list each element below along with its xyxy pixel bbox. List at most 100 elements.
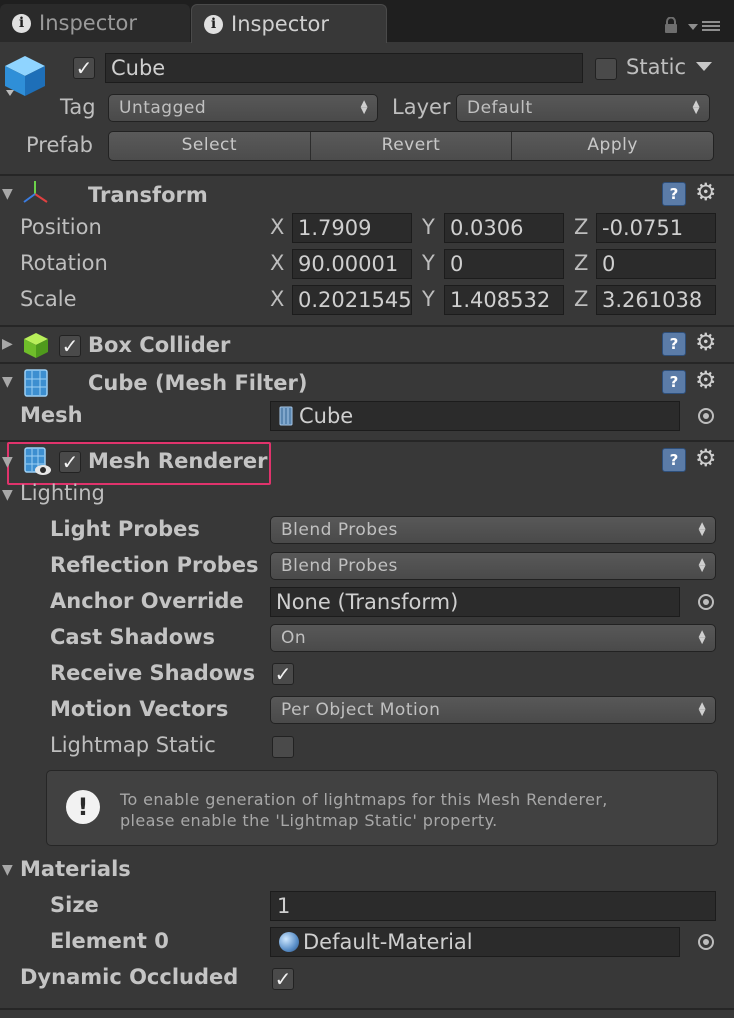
material-sphere-icon bbox=[279, 932, 299, 952]
position-x-field[interactable]: 1.7909 bbox=[292, 213, 412, 243]
foldout-expanded-icon[interactable]: ▼ bbox=[2, 487, 13, 503]
tab-menu-icon[interactable] bbox=[688, 19, 722, 33]
reflection-probes-dropdown[interactable]: Blend Probes ▲ ▼ bbox=[270, 552, 716, 580]
anchor-override-field[interactable]: None (Transform) bbox=[270, 587, 680, 617]
popup-arrows-icon: ▲ ▼ bbox=[698, 701, 706, 718]
help-text: To enable generation of lightmaps for th… bbox=[120, 789, 608, 831]
mesh-object-field[interactable]: Cube bbox=[270, 401, 680, 431]
scale-z-field[interactable]: 3.261038 bbox=[596, 285, 716, 315]
transform-title: Transform bbox=[88, 183, 208, 207]
tab-label: Inspector bbox=[231, 12, 329, 36]
prefab-label: Prefab bbox=[26, 133, 93, 157]
receive-shadows-checkbox[interactable]: ✓ bbox=[272, 663, 294, 685]
cast-shadows-dropdown[interactable]: On ▲ ▼ bbox=[270, 624, 716, 652]
foldout-expanded-icon[interactable]: ▼ bbox=[2, 374, 13, 390]
axis-z-label: Z bbox=[574, 287, 589, 311]
help-text-line-1: To enable generation of lightmaps for th… bbox=[120, 790, 608, 809]
rotation-y-field[interactable]: 0 bbox=[444, 249, 564, 279]
axis-x-label: X bbox=[270, 251, 285, 275]
info-icon: i bbox=[204, 14, 223, 34]
static-label: Static bbox=[626, 55, 687, 79]
tab-inspector-1[interactable]: i Inspector bbox=[0, 4, 190, 42]
foldout-expanded-icon[interactable]: ▼ bbox=[2, 186, 13, 202]
axis-y-label: Y bbox=[422, 215, 435, 239]
materials-foldout-label[interactable]: Materials bbox=[20, 857, 131, 881]
object-name-input[interactable]: Cube bbox=[105, 53, 583, 83]
motion-vectors-dropdown[interactable]: Per Object Motion ▲ ▼ bbox=[270, 696, 716, 724]
dynamic-occluded-label: Dynamic Occluded bbox=[20, 965, 239, 989]
prefab-apply-button[interactable]: Apply bbox=[512, 132, 713, 160]
axis-y-label: Y bbox=[422, 287, 435, 311]
gear-icon[interactable]: ⚙ bbox=[695, 330, 717, 354]
position-z-field[interactable]: -0.0751 bbox=[596, 213, 716, 243]
layer-label: Layer bbox=[392, 95, 451, 119]
mesh-label: Mesh bbox=[20, 403, 83, 427]
gear-icon[interactable]: ⚙ bbox=[695, 368, 717, 392]
tag-dropdown[interactable]: Untagged ▲ ▼ bbox=[108, 94, 378, 122]
exclamation-icon: ! bbox=[66, 790, 100, 824]
dynamic-occluded-checkbox[interactable]: ✓ bbox=[272, 968, 294, 990]
cube-icon bbox=[5, 56, 45, 96]
axis-z-label: Z bbox=[574, 251, 589, 275]
active-checkbox[interactable]: ✓ bbox=[73, 57, 95, 79]
help-book-icon[interactable]: ? bbox=[662, 182, 686, 206]
prefab-revert-button[interactable]: Revert bbox=[311, 132, 513, 160]
prefab-button-group: Select Revert Apply bbox=[108, 131, 714, 161]
scale-y-field[interactable]: 1.408532 bbox=[444, 285, 564, 315]
mesh-value: Cube bbox=[299, 404, 354, 428]
lightmap-static-checkbox[interactable] bbox=[272, 736, 294, 758]
divider bbox=[0, 362, 734, 364]
box-collider-title: Box Collider bbox=[88, 333, 231, 357]
prefab-select-button[interactable]: Select bbox=[109, 132, 311, 160]
popup-arrows-icon: ▲ ▼ bbox=[698, 557, 706, 574]
element0-value: Default-Material bbox=[303, 930, 473, 954]
cast-shadows-label: Cast Shadows bbox=[50, 625, 216, 649]
box-collider-enabled-checkbox[interactable]: ✓ bbox=[59, 335, 81, 357]
foldout-expanded-icon[interactable]: ▼ bbox=[2, 862, 13, 878]
tag-label: Tag bbox=[60, 95, 96, 119]
object-picker-icon[interactable] bbox=[698, 934, 714, 950]
gear-icon[interactable]: ⚙ bbox=[695, 446, 717, 470]
axis-x-label: X bbox=[270, 287, 285, 311]
divider bbox=[0, 174, 734, 176]
rotation-label: Rotation bbox=[20, 251, 108, 275]
chevron-down-icon[interactable] bbox=[696, 62, 712, 72]
static-checkbox[interactable] bbox=[595, 58, 617, 80]
axis-x-label: X bbox=[270, 215, 285, 239]
mesh-renderer-enabled-checkbox[interactable]: ✓ bbox=[59, 451, 81, 473]
light-probes-label: Light Probes bbox=[50, 517, 200, 541]
anchor-override-label: Anchor Override bbox=[50, 589, 244, 613]
lighting-foldout-label[interactable]: Lighting bbox=[20, 481, 105, 505]
mesh-renderer-icon bbox=[24, 447, 51, 475]
layer-dropdown[interactable]: Default ▲ ▼ bbox=[456, 94, 710, 122]
element0-material-field[interactable]: Default-Material bbox=[270, 927, 680, 957]
position-y-field[interactable]: 0.0306 bbox=[444, 213, 564, 243]
receive-shadows-label: Receive Shadows bbox=[50, 661, 256, 685]
mesh-filter-title: Cube (Mesh Filter) bbox=[88, 371, 308, 395]
foldout-expanded-icon[interactable]: ▼ bbox=[2, 454, 13, 470]
gear-icon[interactable]: ⚙ bbox=[695, 180, 717, 204]
object-picker-icon[interactable] bbox=[698, 408, 714, 424]
divider bbox=[0, 325, 734, 327]
motion-vectors-value: Per Object Motion bbox=[281, 700, 441, 720]
scale-x-field[interactable]: 0.2021545 bbox=[292, 285, 412, 315]
rotation-z-field[interactable]: 0 bbox=[596, 249, 716, 279]
help-book-icon[interactable]: ? bbox=[662, 370, 686, 394]
mesh-renderer-title: Mesh Renderer bbox=[88, 449, 268, 473]
reflection-probes-value: Blend Probes bbox=[281, 556, 398, 576]
mesh-filter-icon bbox=[24, 369, 48, 397]
object-picker-icon[interactable] bbox=[698, 594, 714, 610]
box-collider-icon bbox=[24, 333, 48, 358]
element0-label: Element 0 bbox=[50, 929, 169, 953]
popup-arrows-icon: ▲ ▼ bbox=[698, 521, 706, 538]
foldout-collapsed-icon[interactable]: ▶ bbox=[2, 336, 13, 352]
rotation-x-field[interactable]: 90.00001 bbox=[292, 249, 412, 279]
tab-inspector-2[interactable]: i Inspector bbox=[191, 4, 387, 43]
light-probes-dropdown[interactable]: Blend Probes ▲ ▼ bbox=[270, 516, 716, 544]
lock-icon[interactable] bbox=[664, 17, 678, 33]
tab-label: Inspector bbox=[39, 11, 137, 35]
help-book-icon[interactable]: ? bbox=[662, 332, 686, 356]
materials-size-field[interactable]: 1 bbox=[270, 891, 716, 921]
position-label: Position bbox=[20, 215, 102, 239]
help-book-icon[interactable]: ? bbox=[662, 448, 686, 472]
